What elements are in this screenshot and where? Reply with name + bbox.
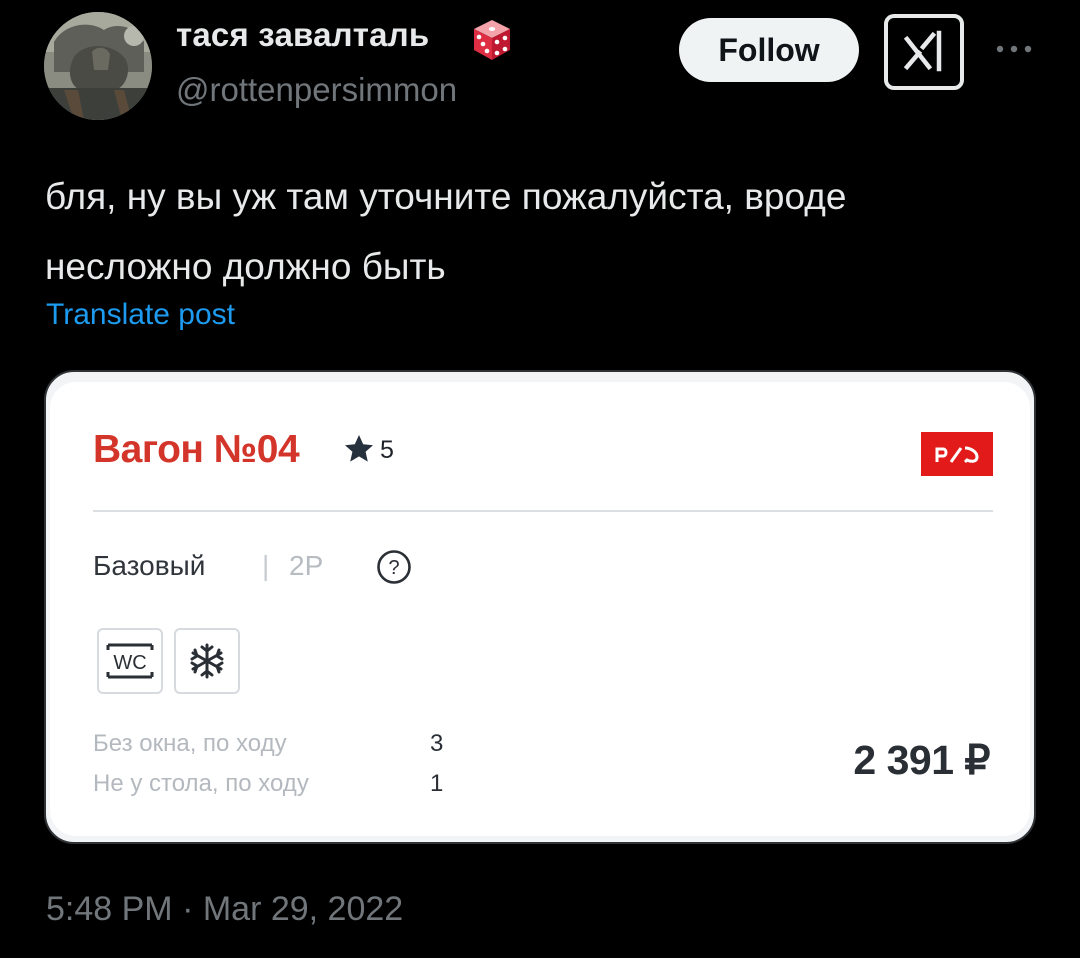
grok-button[interactable] (884, 14, 964, 90)
follow-button[interactable]: Follow (679, 18, 859, 82)
wc-icon: WC (106, 643, 154, 679)
amenity-air-conditioning (174, 628, 240, 694)
tweet-text: бля, ну вы уж там уточните пожалуйста, в… (45, 162, 1045, 302)
tweet: тася завалталь @rottenpersimmon Follow б… (0, 0, 1080, 958)
more-button[interactable] (992, 34, 1036, 64)
post-timestamp[interactable]: 5:48 PM · Mar 29, 2022 (46, 890, 403, 929)
more-icon (996, 45, 1032, 53)
avatar[interactable] (44, 12, 152, 120)
username[interactable]: @rottenpersimmon (176, 71, 457, 109)
seat-count: 3 (430, 730, 444, 757)
ticket-price: 2 391 ₽ (853, 737, 990, 783)
svg-text:?: ? (388, 557, 399, 579)
help-icon: ? (377, 550, 411, 584)
translate-post-link[interactable]: Translate post (46, 298, 235, 332)
display-name[interactable]: тася завалталь (176, 16, 429, 54)
divider (93, 510, 993, 512)
dice-icon (474, 20, 510, 60)
rzd-logo (921, 432, 993, 476)
media-image[interactable]: Вагон №04 5 Базовый | 2Р ? WC Без окна, … (44, 370, 1036, 844)
avatar-photo (44, 12, 152, 120)
snowflake-icon (190, 643, 224, 679)
seat-type-label: Без окна, по ходу (93, 730, 287, 757)
tweet-text-line: несложно должно быть (45, 246, 446, 287)
train-car-card: Вагон №04 5 Базовый | 2Р ? WC Без окна, … (50, 382, 1030, 836)
seat-count: 1 (430, 770, 444, 797)
svg-text:WC: WC (113, 652, 146, 674)
car-title: Вагон №04 (93, 428, 300, 471)
grok-icon (903, 30, 942, 72)
class-separator: | (262, 550, 270, 581)
rating-value: 5 (380, 436, 394, 464)
amenity-wc: WC (97, 628, 163, 694)
tweet-text-line: бля, ну вы уж там уточните пожалуйста, в… (45, 176, 847, 217)
star-icon (345, 435, 373, 462)
seat-type-label: Не у стола, по ходу (93, 770, 309, 797)
service-class-code: 2Р (289, 550, 324, 581)
service-class-name: Базовый (93, 550, 206, 581)
